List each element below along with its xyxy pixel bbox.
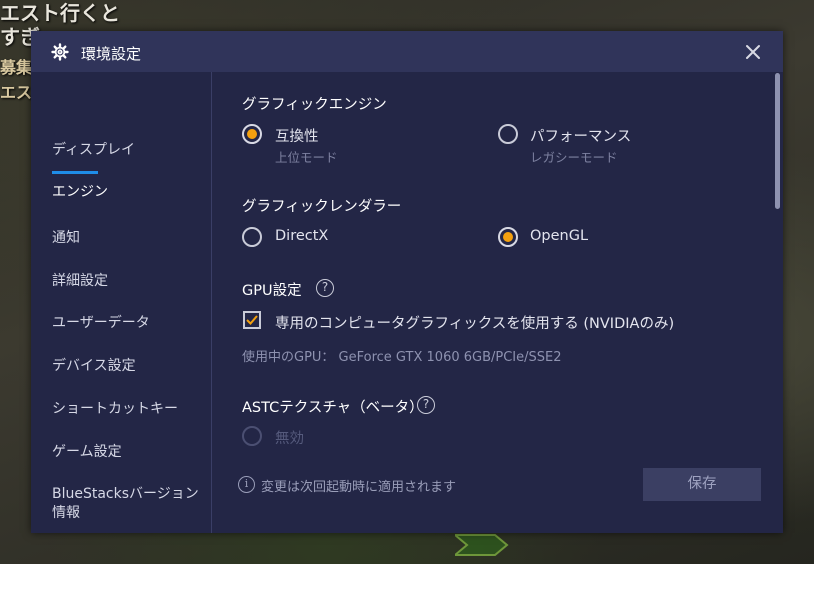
radio-opengl[interactable]: [498, 227, 518, 247]
active-tab-underline: [52, 171, 98, 174]
sidebar-item-shortcuts[interactable]: ショートカットキー: [52, 398, 178, 418]
scrollbar-thumb[interactable]: [775, 73, 780, 209]
graphics-engine-title: グラフィックエンジン: [242, 97, 387, 113]
engine-settings-panel: グラフィックエンジン 互換性 上位モード パフォーマンス レガシーモード グラフ…: [213, 72, 783, 533]
title-bar: 環境設定: [31, 31, 783, 72]
background-text-line: エスト行くと: [0, 1, 120, 25]
radio-astc-disabled: [242, 426, 262, 446]
compatibility-sublabel: 上位モード: [275, 150, 338, 165]
gpu-help-icon[interactable]: ?: [316, 279, 334, 297]
astc-help-icon[interactable]: ?: [417, 396, 435, 414]
sidebar-item-device[interactable]: デバイス設定: [52, 355, 136, 375]
checkmark-icon: [246, 315, 258, 325]
dedicated-gpu-label: 専用のコンピュータグラフィックスを使用する (NVIDIAのみ): [275, 316, 675, 332]
settings-sidebar: ディスプレイ エンジン 通知 詳細設定 ユーザーデータ デバイス設定 ショートカ…: [31, 72, 212, 533]
dedicated-gpu-checkbox[interactable]: [243, 311, 261, 329]
dialog-title: 環境設定: [81, 45, 142, 63]
sidebar-item-game-settings[interactable]: ゲーム設定: [52, 441, 122, 461]
gpu-settings-title: GPU設定: [242, 283, 302, 299]
sidebar-item-advanced[interactable]: 詳細設定: [52, 270, 108, 290]
restart-notice: 変更は次回起動時に適用されます: [261, 480, 457, 495]
sidebar-item-user-data[interactable]: ユーザーデータ: [52, 312, 150, 332]
background-arrow-icon: [455, 534, 509, 556]
sidebar-item-engine[interactable]: エンジン: [52, 181, 108, 201]
performance-label: パフォーマンス: [530, 129, 632, 145]
astc-texture-title: ASTCテクスチャ（ベータ）: [242, 400, 424, 416]
gear-icon: [51, 43, 69, 61]
sidebar-item-display[interactable]: ディスプレイ: [52, 139, 135, 159]
save-button[interactable]: 保存: [643, 468, 761, 501]
astc-disabled-label: 無効: [275, 431, 304, 447]
settings-dialog: 環境設定 ディスプレイ エンジン 通知 詳細設定 ユーザーデータ デバイス設定 …: [31, 31, 783, 533]
compatibility-label: 互換性: [275, 129, 319, 145]
sidebar-item-notifications[interactable]: 通知: [52, 227, 80, 247]
performance-sublabel: レガシーモード: [530, 150, 618, 165]
background-text-line: 募集: [0, 58, 33, 77]
opengl-label: OpenGL: [530, 228, 589, 244]
radio-performance[interactable]: [498, 124, 518, 144]
radio-compatibility[interactable]: [242, 124, 262, 144]
radio-directx[interactable]: [242, 227, 262, 247]
close-icon[interactable]: [741, 40, 765, 64]
background-text-line: エス: [0, 83, 33, 102]
graphics-renderer-title: グラフィックレンダラー: [242, 199, 402, 215]
gpu-in-use-text: 使用中のGPU： GeForce GTX 1060 6GB/PCIe/SSE2: [242, 350, 562, 365]
info-icon: i: [238, 476, 255, 493]
directx-label: DirectX: [275, 228, 329, 244]
sidebar-item-version-info[interactable]: BlueStacksバージョン情報: [52, 485, 202, 523]
